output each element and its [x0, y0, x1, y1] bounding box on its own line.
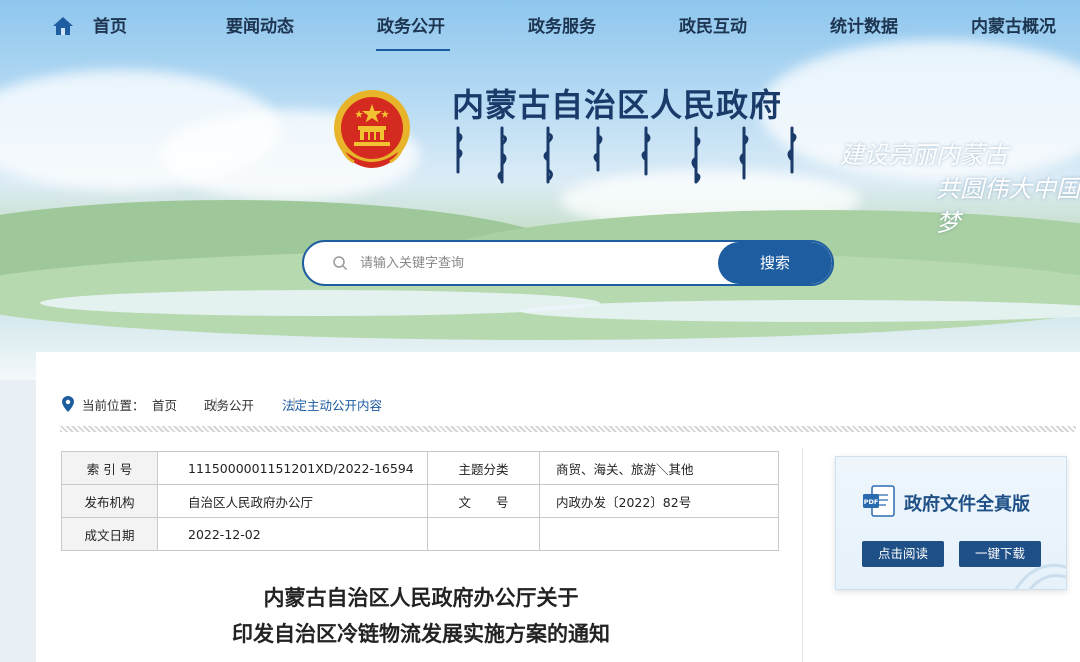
meta-value: 2022-12-02 — [157, 517, 428, 551]
document-title-line-2: 印发自治区冷链物流发展实施方案的通知 — [232, 622, 610, 646]
meta-value: 11150000011512​01XD/2022-16594 — [157, 451, 428, 485]
nav-item-interaction[interactable]: 政民互动 — [679, 14, 747, 40]
side-panel-title: 政府文件全真版 — [904, 494, 1030, 515]
meta-label: 索 引 号 — [61, 451, 158, 485]
location-pin-icon — [62, 396, 74, 412]
nav-item-news[interactable]: 要闻动态 — [226, 14, 294, 40]
breadcrumb-current[interactable]: 法定主动公开内容 — [282, 395, 382, 414]
breadcrumb: 当前位置： 首页 | 政务公开 | 法定主动公开内容 — [62, 395, 482, 413]
table-row: 索 引 号 11150000011512​01XD/2022-16594 主题分… — [61, 451, 779, 485]
meta-label — [427, 517, 540, 551]
decorative-pattern-icon — [1014, 563, 1066, 589]
slogan: 建设亮丽内蒙古 共圆伟大中国梦 — [840, 138, 1080, 240]
breadcrumb-gov-affairs[interactable]: 政务公开 — [204, 395, 254, 414]
home-icon[interactable] — [52, 16, 74, 36]
meta-label: 发布机构 — [61, 484, 158, 518]
search-bar: 搜索 — [302, 240, 834, 286]
svg-text:PDF: PDF — [864, 498, 879, 506]
nav-item-gov-services[interactable]: 政务服务 — [528, 14, 596, 40]
table-row: 成文日期 2022-12-02 — [61, 517, 779, 551]
search-icon — [333, 256, 348, 271]
nav-item-overview[interactable]: 内蒙古概况 — [971, 14, 1056, 40]
pdf-document-icon: PDF — [863, 485, 895, 517]
meta-label: 文 号 — [427, 484, 540, 518]
meta-label: 主题分类 — [427, 451, 540, 485]
full-document-panel: PDF 政府文件全真版 点击阅读 一键下载 — [835, 456, 1067, 590]
meta-value: 商贸、海关、旅游＼其他 — [539, 451, 779, 485]
mongolian-script-title — [456, 126, 797, 184]
nav-item-gov-affairs[interactable]: 政务公开 — [377, 14, 445, 40]
meta-value: 自治区人民政府办公厅 — [157, 484, 428, 518]
table-row: 发布机构 自治区人民政府办公厅 文 号 内政办发〔2022〕82号 — [61, 484, 779, 518]
document-title: 内蒙古自治区人民政府办公厅关于 印发自治区冷链物流发展实施方案的通知 — [36, 580, 806, 652]
breadcrumb-home[interactable]: 首页 — [152, 395, 177, 414]
divider-stripe — [60, 426, 1076, 432]
top-nav: 首页 要闻动态 政务公开 政务服务 政民互动 统计数据 内蒙古概况 — [0, 0, 1080, 54]
read-button[interactable]: 点击阅读 — [862, 541, 944, 567]
meta-label: 成文日期 — [61, 517, 158, 551]
slogan-line-2: 共圆伟大中国梦 — [936, 175, 1080, 237]
search-button[interactable]: 搜索 — [718, 242, 832, 284]
slogan-line-1: 建设亮丽内蒙古 — [840, 141, 1008, 169]
document-meta-table: 索 引 号 11150000011512​01XD/2022-16594 主题分… — [61, 451, 779, 551]
nav-item-home[interactable]: 首页 — [93, 14, 127, 40]
national-emblem-icon[interactable] — [332, 88, 412, 172]
meta-value: 内政办发〔2022〕82号 — [539, 484, 779, 518]
document-title-line-1: 内蒙古自治区人民政府办公厅关于 — [263, 586, 579, 610]
nav-item-statistics[interactable]: 统计数据 — [830, 14, 898, 40]
breadcrumb-label: 当前位置： — [82, 398, 145, 413]
content-panel: 当前位置： 首页 | 政务公开 | 法定主动公开内容 索 引 号 1115000… — [36, 352, 1080, 662]
site-title: 内蒙古自治区人民政府 — [452, 86, 783, 124]
meta-value — [539, 517, 779, 551]
nav-active-indicator — [376, 49, 450, 51]
search-input[interactable] — [360, 242, 710, 284]
